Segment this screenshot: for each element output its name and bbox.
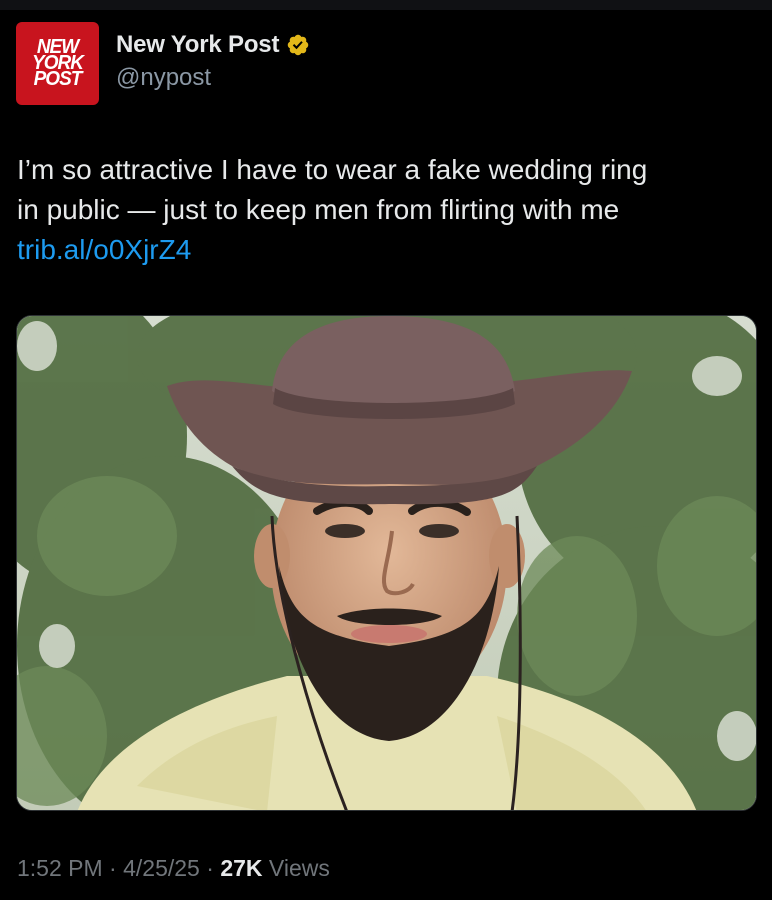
top-strip (0, 0, 772, 10)
tweet-link[interactable]: trib.al/o0XjrZ4 (17, 230, 757, 270)
views-label: Views (268, 855, 330, 881)
tweet-meta: 1:52 PM · 4/25/25 · 27K Views (17, 855, 330, 882)
tweet-date[interactable]: 4/25/25 (123, 855, 200, 881)
meta-separator: · (109, 855, 117, 881)
tweet-time[interactable]: 1:52 PM (17, 855, 103, 881)
photo-man-in-cowboy-hat (17, 316, 756, 810)
tweet-text-line: in public — just to keep men from flirti… (17, 194, 620, 225)
name-row: New York Post (116, 28, 310, 62)
avatar-logo-line: POST (33, 67, 83, 90)
meta-separator: · (206, 855, 214, 881)
author-info[interactable]: New York Post @nypost (116, 28, 310, 92)
avatar[interactable]: NEW YORK POST (16, 22, 99, 105)
tweet-text-line: I’m so attractive I have to wear a fake … (17, 154, 648, 185)
tweet[interactable]: NEW YORK POST New York Post @nypost I’m … (0, 10, 772, 900)
verified-badge-icon[interactable] (286, 33, 310, 57)
views-count[interactable]: 27K (220, 855, 262, 881)
tweet-text: I’m so attractive I have to wear a fake … (17, 150, 757, 270)
handle[interactable]: @nypost (116, 64, 310, 92)
display-name[interactable]: New York Post (116, 31, 279, 59)
tweet-photo[interactable] (16, 315, 757, 811)
